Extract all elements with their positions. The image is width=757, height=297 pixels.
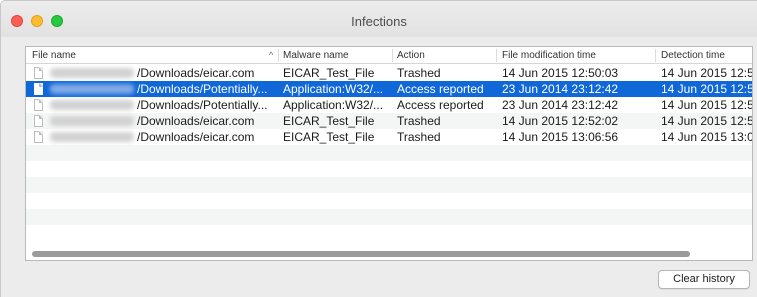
column-divider[interactable] xyxy=(496,49,497,62)
document-icon xyxy=(34,99,43,111)
scrollbar-thumb[interactable] xyxy=(32,251,690,257)
cell-modification-time: 14 Jun 2015 12:50:03 xyxy=(502,66,619,80)
cell-malware-name: Application:W32/... xyxy=(283,98,384,112)
table-row[interactable]: /Downloads/Potentially... Application:W3… xyxy=(26,97,752,113)
column-header-file-name[interactable]: File name xyxy=(32,50,76,61)
empty-row xyxy=(26,193,752,209)
cell-action: Trashed xyxy=(397,114,441,128)
infections-table: File name ^ Malware name Action File mod… xyxy=(25,46,753,261)
redacted-path xyxy=(50,132,134,142)
window-title: Infections xyxy=(351,14,407,29)
cell-action: Access reported xyxy=(397,98,484,112)
table-row[interactable]: /Downloads/eicar.com EICAR_Test_File Tra… xyxy=(26,129,752,145)
document-icon xyxy=(34,131,43,143)
cell-malware-name: EICAR_Test_File xyxy=(283,130,375,144)
empty-row xyxy=(26,161,752,177)
document-icon xyxy=(34,83,43,95)
cell-malware-name: EICAR_Test_File xyxy=(283,66,375,80)
column-divider[interactable] xyxy=(392,49,393,62)
cell-malware-name: EICAR_Test_File xyxy=(283,114,375,128)
document-icon xyxy=(34,115,43,127)
cell-detection-time: 14 Jun 2015 12:5 xyxy=(661,98,753,112)
column-header-modification-time[interactable]: File modification time xyxy=(502,50,596,61)
redacted-path xyxy=(50,84,134,94)
cell-detection-time: 14 Jun 2015 12:5 xyxy=(661,66,753,80)
sort-ascending-icon[interactable]: ^ xyxy=(269,50,273,60)
redacted-path xyxy=(50,100,134,110)
cell-detection-time: 14 Jun 2015 12:5 xyxy=(661,82,753,96)
horizontal-scrollbar[interactable] xyxy=(30,249,745,258)
column-divider[interactable] xyxy=(278,49,279,62)
cell-action: Trashed xyxy=(397,66,441,80)
redacted-path xyxy=(50,68,134,78)
cell-file-name: /Downloads/eicar.com xyxy=(137,114,255,128)
column-header-action[interactable]: Action xyxy=(397,50,425,61)
document-icon xyxy=(34,67,43,79)
cell-file-name: /Downloads/eicar.com xyxy=(137,66,255,80)
cell-file-name: /Downloads/Potentially... xyxy=(137,98,268,112)
cell-malware-name: Application:W32/... xyxy=(283,82,384,96)
table-row-selected[interactable]: /Downloads/Potentially... Application:W3… xyxy=(26,81,752,97)
column-divider[interactable] xyxy=(655,49,656,62)
infections-window: Infections File name ^ Malware name Acti… xyxy=(0,0,757,297)
empty-row xyxy=(26,145,752,161)
column-header-malware-name[interactable]: Malware name xyxy=(283,50,349,61)
cell-modification-time: 23 Jun 2014 23:12:42 xyxy=(502,98,619,112)
table-row[interactable]: /Downloads/eicar.com EICAR_Test_File Tra… xyxy=(26,65,752,81)
cell-action: Access reported xyxy=(397,82,484,96)
clear-history-button[interactable]: Clear history xyxy=(658,270,750,289)
cell-file-name: /Downloads/eicar.com xyxy=(137,130,255,144)
empty-row xyxy=(26,209,752,225)
cell-file-name: /Downloads/Potentially... xyxy=(137,82,268,96)
cell-detection-time: 14 Jun 2015 12:5 xyxy=(661,114,753,128)
empty-row xyxy=(26,177,752,193)
cell-action: Trashed xyxy=(397,130,441,144)
column-header-detection-time[interactable]: Detection time xyxy=(661,50,725,61)
title-bar: Infections xyxy=(1,1,757,37)
cell-modification-time: 14 Jun 2015 12:52:02 xyxy=(502,114,619,128)
cell-modification-time: 23 Jun 2014 23:12:42 xyxy=(502,82,619,96)
table-row[interactable]: /Downloads/eicar.com EICAR_Test_File Tra… xyxy=(26,113,752,129)
cell-modification-time: 14 Jun 2015 13:06:56 xyxy=(502,130,619,144)
cell-detection-time: 14 Jun 2015 13:0 xyxy=(661,130,753,144)
empty-row xyxy=(26,225,752,241)
table-header: File name ^ Malware name Action File mod… xyxy=(26,47,752,64)
table-body: /Downloads/eicar.com EICAR_Test_File Tra… xyxy=(26,65,752,241)
redacted-path xyxy=(50,116,134,126)
